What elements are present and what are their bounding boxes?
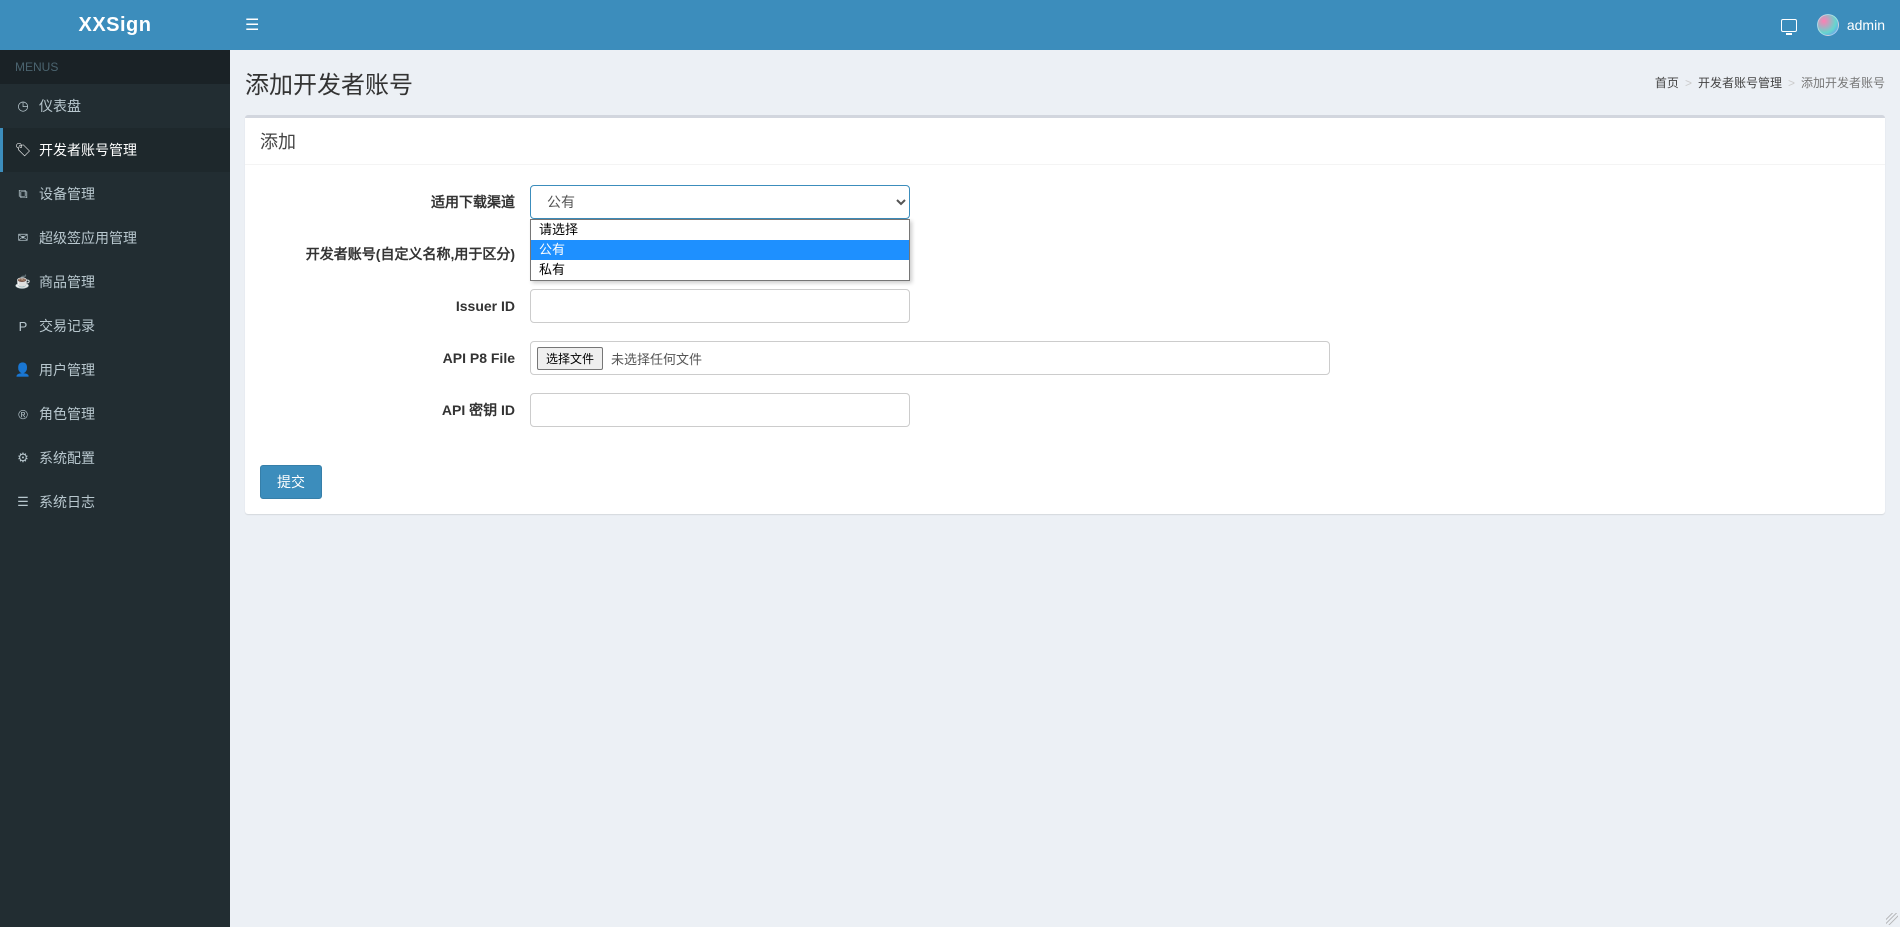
- content: 添加 适用下载渠道 请选择 公有 私有 请选择: [230, 100, 1900, 927]
- label-api-key: API 密钥 ID: [260, 400, 530, 420]
- api-key-input[interactable]: [530, 393, 910, 427]
- sidebar-item-label: 用户管理: [39, 360, 95, 380]
- breadcrumb-sep: >: [1788, 76, 1795, 90]
- coffee-icon: ☕: [15, 274, 31, 290]
- sidebar-nav: ◷ 仪表盘 🏷 开发者账号管理 ⧉ 设备管理 ✉ 超级签应用管理 ☕ 商品管理 P 交易记录…: [0, 84, 230, 524]
- label-issuer-id: Issuer ID: [260, 298, 530, 314]
- sidebar-item-label: 商品管理: [39, 272, 95, 292]
- monitor-icon[interactable]: [1781, 19, 1797, 32]
- box-body: 适用下载渠道 请选择 公有 私有 请选择 公有 私有: [245, 165, 1885, 465]
- issuer-id-wrap: [530, 289, 910, 323]
- sidebar-item-transactions: P 交易记录: [0, 304, 230, 348]
- channel-select[interactable]: 请选择 公有 私有: [530, 185, 910, 219]
- sidebar-item-roles: ® 角色管理: [0, 392, 230, 436]
- sidebar-item-label: 设备管理: [39, 184, 95, 204]
- sidebar-item-apps: ✉ 超级签应用管理: [0, 216, 230, 260]
- sidebar-item-label: 系统配置: [39, 448, 95, 468]
- box-title: 添加: [245, 118, 1885, 165]
- main: ☰ admin 添加开发者账号 首页 > 开发者账号管理 > 添加开发者账号 添…: [230, 0, 1900, 927]
- file-placeholder-text: 未选择任何文件: [611, 349, 702, 368]
- row-dev-account: 开发者账号(自定义名称,用于区分): [260, 237, 1870, 271]
- sidebar-item-devices: ⧉ 设备管理: [0, 172, 230, 216]
- sidebar-item-logs: ☰ 系统日志: [0, 480, 230, 524]
- sidebar-item-config: ⚙ 系统配置: [0, 436, 230, 480]
- label-api-p8: API P8 File: [260, 350, 530, 366]
- sidebar-item-label: 超级签应用管理: [39, 228, 137, 248]
- sidebar-item-products: ☕ 商品管理: [0, 260, 230, 304]
- sidebar-item-label: 系统日志: [39, 492, 95, 512]
- dashboard-icon: ◷: [15, 98, 31, 114]
- form-box: 添加 适用下载渠道 请选择 公有 私有 请选择: [245, 115, 1885, 514]
- row-api-key: API 密钥 ID: [260, 393, 1870, 427]
- label-channel: 适用下载渠道: [260, 192, 530, 212]
- api-key-wrap: [530, 393, 910, 427]
- channel-select-wrap: 请选择 公有 私有 请选择 公有 私有: [530, 185, 910, 219]
- avatar: [1817, 14, 1839, 36]
- file-input[interactable]: 选择文件 未选择任何文件: [530, 341, 1330, 375]
- breadcrumb-current: 添加开发者账号: [1801, 74, 1885, 91]
- user-menu[interactable]: admin: [1817, 14, 1885, 36]
- dropdown-option-selected[interactable]: 公有: [531, 240, 909, 260]
- breadcrumb-parent[interactable]: 开发者账号管理: [1698, 74, 1782, 91]
- sidebar-item-label: 开发者账号管理: [39, 140, 137, 160]
- sidebar-item-label: 角色管理: [39, 404, 95, 424]
- dropdown-option[interactable]: 请选择: [531, 220, 909, 240]
- row-issuer-id: Issuer ID: [260, 289, 1870, 323]
- paypal-icon: P: [15, 319, 31, 334]
- issuer-id-input[interactable]: [530, 289, 910, 323]
- submit-row: 提交: [245, 465, 1885, 514]
- sidebar-item-label: 交易记录: [39, 316, 95, 336]
- username: admin: [1847, 17, 1885, 33]
- channel-dropdown-list: 请选择 公有 私有: [530, 219, 910, 281]
- sidebar-item-label: 仪表盘: [39, 96, 81, 116]
- row-api-p8: API P8 File 选择文件 未选择任何文件: [260, 341, 1870, 375]
- file-choose-button[interactable]: 选择文件: [537, 347, 603, 370]
- api-p8-wrap: 选择文件 未选择任何文件: [530, 341, 1330, 375]
- comments-icon: ✉: [15, 230, 31, 246]
- breadcrumb-home[interactable]: 首页: [1655, 74, 1679, 91]
- menu-header: MENUS: [0, 50, 230, 84]
- row-channel: 适用下载渠道 请选择 公有 私有 请选择 公有 私有: [260, 185, 1870, 219]
- topbar-right: admin: [1781, 14, 1885, 36]
- hamburger-icon[interactable]: ☰: [245, 15, 259, 35]
- user-icon: 👤: [15, 362, 31, 378]
- resize-grip-icon[interactable]: [1886, 913, 1898, 925]
- submit-button[interactable]: 提交: [260, 465, 322, 499]
- list-icon: ☰: [15, 494, 31, 510]
- registered-icon: ®: [15, 407, 31, 422]
- brand-logo[interactable]: XXSign: [0, 0, 230, 50]
- breadcrumb-sep: >: [1685, 76, 1692, 90]
- topbar: ☰ admin: [230, 0, 1900, 50]
- sidebar-item-users: 👤 用户管理: [0, 348, 230, 392]
- dropdown-option[interactable]: 私有: [531, 260, 909, 280]
- sidebar: XXSign MENUS ◷ 仪表盘 🏷 开发者账号管理 ⧉ 设备管理 ✉ 超级签应用管…: [0, 0, 230, 927]
- breadcrumb: 首页 > 开发者账号管理 > 添加开发者账号: [1655, 74, 1885, 91]
- tags-icon: 🏷: [15, 142, 31, 158]
- copy-icon: ⧉: [15, 186, 31, 202]
- cog-icon: ⚙: [15, 450, 31, 466]
- content-header: 添加开发者账号 首页 > 开发者账号管理 > 添加开发者账号: [230, 50, 1900, 100]
- sidebar-item-dashboard: ◷ 仪表盘: [0, 84, 230, 128]
- page-title: 添加开发者账号: [245, 65, 413, 100]
- label-dev-account: 开发者账号(自定义名称,用于区分): [260, 244, 530, 264]
- sidebar-item-developer-accounts: 🏷 开发者账号管理: [0, 128, 230, 172]
